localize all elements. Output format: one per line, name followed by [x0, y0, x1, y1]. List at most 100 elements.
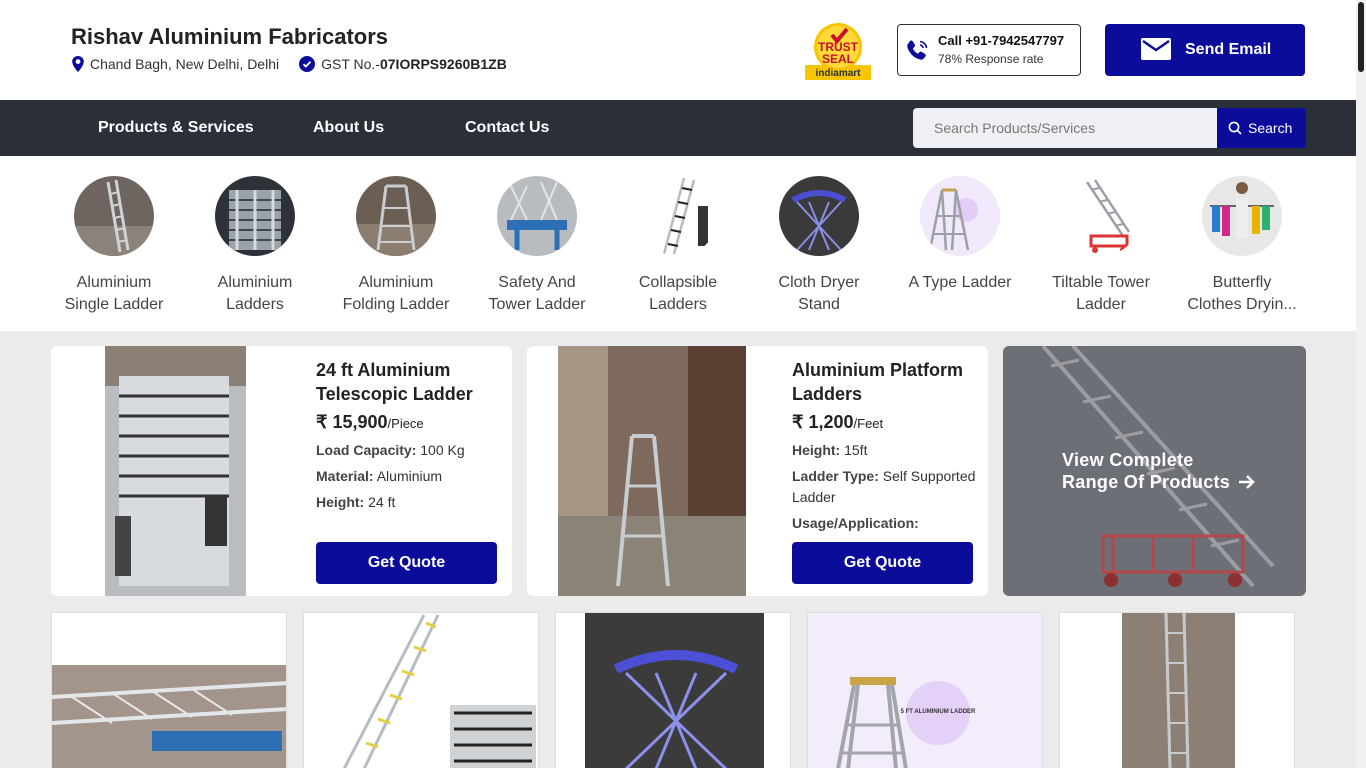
product-spec: Usage/Application: [792, 513, 977, 534]
gst-prefix: GST No.- [321, 56, 380, 72]
category-image [779, 176, 859, 256]
call-number: Call +91-7942547797 [938, 33, 1065, 48]
search-button[interactable]: Search [1217, 108, 1306, 148]
get-quote-button[interactable]: Get Quote [792, 542, 973, 584]
view-all-line1: View Complete [1062, 450, 1194, 470]
spec-label: Usage/Application: [792, 515, 919, 531]
category-image [638, 176, 718, 256]
product-card[interactable] [1059, 612, 1295, 768]
spec-value: 15ft [844, 442, 868, 458]
product-image-label: 5 FT ALUMINIUM LADDER [901, 709, 976, 715]
product-card[interactable] [51, 612, 287, 768]
product-card[interactable] [555, 612, 791, 768]
product-image[interactable] [52, 613, 287, 768]
category-label: Cloth Dryer Stand [778, 274, 860, 313]
product-image[interactable] [105, 346, 246, 596]
verified-check-icon [299, 56, 316, 72]
view-all-line2: Range Of Products [1062, 471, 1256, 493]
get-quote-button[interactable]: Get Quote [316, 542, 497, 584]
mail-icon [1141, 38, 1171, 60]
category-image [497, 176, 577, 256]
spec-label: Load Capacity: [316, 442, 417, 458]
category-collapsible-ladders[interactable]: Collapsible Ladders [613, 176, 743, 316]
view-all-line2-label: Range Of Products [1062, 472, 1231, 492]
category-image [1202, 176, 1282, 256]
trust-seal-line3: indiamart [815, 68, 861, 79]
spec-value: 100 Kg [420, 442, 465, 458]
trust-seal-line2: SEAL [822, 52, 854, 66]
spec-label: Height: [316, 494, 365, 510]
product-price: ₹ 1,200/Feet [792, 412, 883, 433]
category-image [74, 176, 154, 256]
category-label: Butterfly Clothes Dryin... [1187, 274, 1297, 313]
price-value: 1,200 [808, 412, 854, 432]
location-pin-icon [72, 56, 84, 72]
price-unit: /Piece [387, 416, 424, 431]
nav-products-services[interactable]: Products & Services [98, 119, 254, 137]
product-spec: Ladder Type: Self Supported Ladder [792, 466, 977, 508]
company-meta: Chand Bagh, New Delhi, Delhi GST No.- 07I… [71, 56, 507, 72]
category-label: A Type Ladder [908, 274, 1012, 291]
product-card[interactable] [303, 612, 539, 768]
company-name[interactable]: Rishav Aluminium Fabricators [71, 24, 388, 50]
category-a-type-ladder[interactable]: A Type Ladder [895, 176, 1025, 294]
trust-seal-logo[interactable]: TRUST SEAL indiamart [804, 17, 872, 81]
currency-symbol: ₹ [316, 412, 328, 432]
featured-product-card[interactable]: 24 ft Aluminium Telescopic Ladder ₹ 15,9… [51, 346, 512, 596]
product-spec: Height: 24 ft [316, 492, 501, 513]
view-complete-range-link[interactable]: View Complete Range Of Products [1003, 346, 1306, 596]
call-button[interactable]: Call +91-7942547797 78% Response rate [897, 24, 1081, 76]
product-image[interactable] [556, 613, 791, 768]
response-rate: 78% Response rate [938, 52, 1044, 66]
search-icon [1228, 121, 1242, 135]
spec-label: Ladder Type: [792, 468, 879, 484]
category-cloth-dryer-stand[interactable]: Cloth Dryer Stand [754, 176, 884, 316]
spec-label: Material: [316, 468, 374, 484]
category-safety-tower-ladder[interactable]: Safety And Tower Ladder [472, 176, 602, 316]
page-scrollbar[interactable] [1356, 0, 1366, 768]
product-price: ₹ 15,900/Piece [316, 412, 424, 433]
price-value: 15,900 [332, 412, 388, 432]
product-spec: Load Capacity: 100 Kg [316, 440, 501, 461]
product-spec: Material: Aluminium [316, 466, 501, 487]
product-spec: Height: 15ft [792, 440, 977, 461]
nav-contact-us[interactable]: Contact Us [465, 119, 549, 137]
nav-about-us[interactable]: About Us [313, 119, 384, 137]
send-email-button[interactable]: Send Email [1105, 24, 1305, 76]
search-input[interactable] [913, 108, 1217, 148]
price-unit: /Feet [853, 416, 884, 431]
header: Rishav Aluminium Fabricators Chand Bagh,… [0, 0, 1356, 100]
product-image[interactable] [1060, 613, 1295, 768]
category-aluminium-single-ladder[interactable]: Aluminium Single Ladder [49, 176, 179, 316]
category-aluminium-ladders[interactable]: Aluminium Ladders [190, 176, 320, 316]
category-label: Collapsible Ladders [638, 274, 718, 313]
search-label: Search [1248, 120, 1293, 136]
gst-number: 07IORPS9260B1ZB [379, 56, 507, 72]
product-title[interactable]: Aluminium Platform Ladders [792, 358, 972, 406]
currency-symbol: ₹ [792, 412, 804, 432]
spec-value: 24 ft [368, 494, 396, 510]
company-location: Chand Bagh, New Delhi, Delhi [90, 56, 280, 72]
category-aluminium-folding-ladder[interactable]: Aluminium Folding Ladder [331, 176, 461, 316]
product-image[interactable] [558, 346, 746, 596]
category-tiltable-tower-ladder[interactable]: Tiltable Tower Ladder [1036, 176, 1166, 316]
category-image [1061, 176, 1141, 256]
category-label: Safety And Tower Ladder [488, 274, 586, 313]
category-image [356, 176, 436, 256]
view-all-text: View Complete Range Of Products [1062, 449, 1256, 493]
product-image[interactable]: 5 FT ALUMINIUM LADDER [808, 613, 1043, 768]
product-card[interactable]: 5 FT ALUMINIUM LADDER [807, 612, 1043, 768]
category-label: Aluminium Folding Ladder [342, 274, 450, 313]
category-butterfly-clothes-dryer[interactable]: Butterfly Clothes Dryin... [1177, 176, 1307, 316]
product-image[interactable] [304, 613, 539, 768]
phone-icon [907, 40, 928, 60]
category-strip: Aluminium Single Ladder Aluminium Ladder… [0, 156, 1356, 331]
send-email-label: Send Email [1185, 41, 1272, 58]
featured-product-card[interactable]: Aluminium Platform Ladders ₹ 1,200/Feet … [527, 346, 988, 596]
scrollbar-thumb[interactable] [1358, 2, 1364, 72]
arrow-right-icon [1239, 475, 1256, 489]
spec-value: Aluminium [376, 468, 443, 484]
main-nav: Products & Services About Us Contact Us … [0, 100, 1356, 156]
category-image [920, 176, 1000, 256]
product-title[interactable]: 24 ft Aluminium Telescopic Ladder [316, 358, 496, 406]
